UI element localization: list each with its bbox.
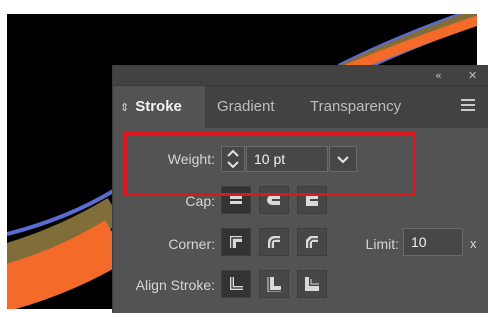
chevron-down-icon <box>337 156 349 164</box>
tab-toggle-arrows-icon: ⇕ <box>120 102 130 114</box>
close-icon[interactable]: ✕ <box>468 69 477 82</box>
limit-unit: x <box>470 236 477 251</box>
projecting-cap-button[interactable] <box>297 186 327 214</box>
butt-cap-button[interactable] <box>221 186 251 214</box>
weight-label: Weight: <box>167 151 215 167</box>
align-outside-icon <box>305 277 319 291</box>
tab-stroke-label: Stroke <box>135 98 182 115</box>
limit-label: Limit: <box>365 236 399 252</box>
align-center-button[interactable] <box>221 270 251 298</box>
screenshot-canvas: « ✕ ⇕ Stroke Gradient Transparency Weight… <box>0 0 488 313</box>
tab-transparency[interactable]: Transparency <box>310 86 401 128</box>
round-join-button[interactable] <box>259 228 289 256</box>
round-cap-icon <box>267 195 280 205</box>
bevel-join-button[interactable] <box>297 228 327 256</box>
stepper-down-icon[interactable] <box>227 161 239 169</box>
align-stroke-label: Align Stroke: <box>135 277 215 293</box>
round-cap-button[interactable] <box>259 186 289 214</box>
corner-label: Corner: <box>168 236 215 252</box>
weight-dropdown-button[interactable] <box>329 146 357 172</box>
tab-stroke[interactable]: ⇕ Stroke <box>113 86 205 128</box>
align-center-icon <box>230 277 243 290</box>
projecting-cap-icon <box>306 194 318 206</box>
panel-titlebar[interactable]: « ✕ <box>113 66 488 86</box>
align-inside-icon <box>267 277 281 292</box>
tab-gradient[interactable]: Gradient <box>217 86 275 128</box>
miter-join-button[interactable] <box>221 228 251 256</box>
stroke-panel: « ✕ ⇕ Stroke Gradient Transparency Weight… <box>112 65 488 313</box>
panel-tabs: ⇕ Stroke Gradient Transparency <box>113 86 488 128</box>
collapse-icon[interactable]: « <box>435 69 442 82</box>
weight-stepper[interactable] <box>221 146 245 172</box>
weight-input[interactable]: 10 pt <box>246 146 328 172</box>
butt-cap-icon <box>230 196 242 204</box>
round-join-icon <box>268 236 280 248</box>
align-outside-button[interactable] <box>297 270 327 298</box>
align-inside-button[interactable] <box>259 270 289 298</box>
limit-input[interactable]: 10 <box>403 228 463 256</box>
stepper-up-icon[interactable] <box>227 149 239 157</box>
cap-label: Cap: <box>185 193 215 209</box>
miter-join-icon <box>230 236 242 248</box>
bevel-join-icon <box>306 236 318 248</box>
panel-menu-icon[interactable] <box>461 99 475 111</box>
